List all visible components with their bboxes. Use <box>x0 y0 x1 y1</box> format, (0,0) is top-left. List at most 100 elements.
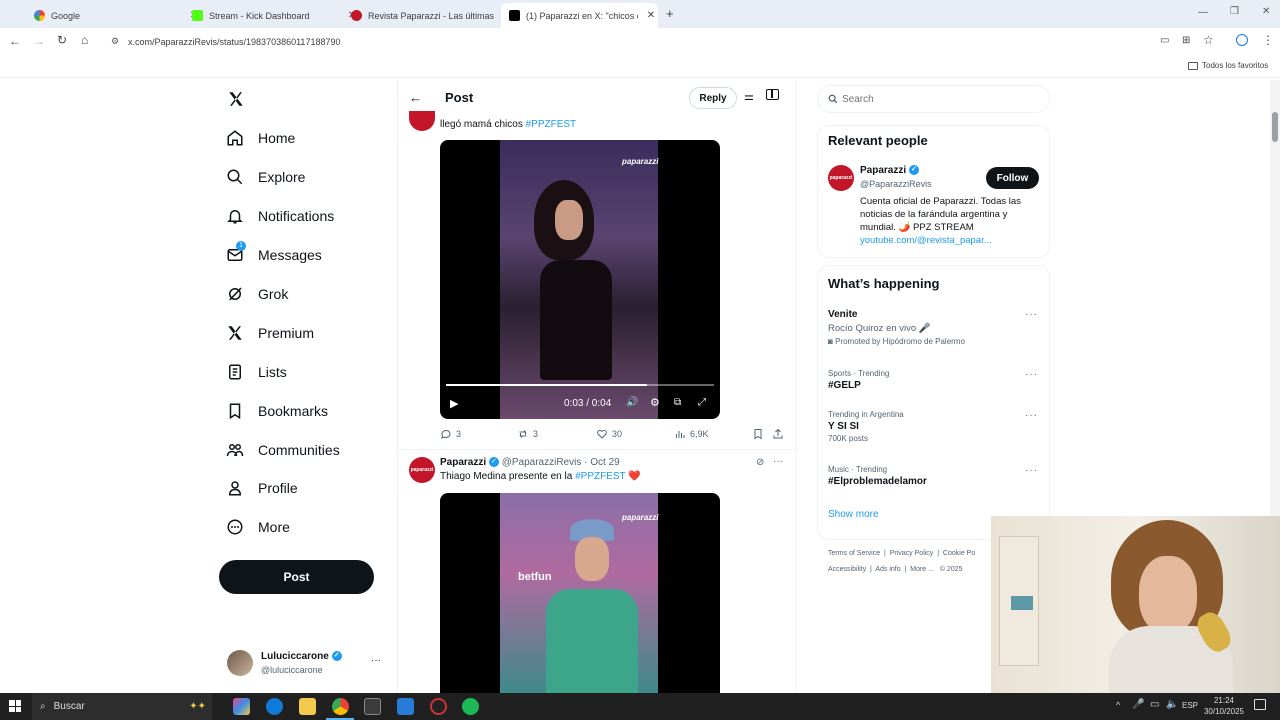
pip-icon[interactable]: ⧉ <box>674 397 681 408</box>
trend-more-icon[interactable]: ··· <box>1025 465 1038 476</box>
obs-icon[interactable] <box>430 698 447 715</box>
nav-lists[interactable]: Lists <box>226 359 287 385</box>
maximize-icon[interactable]: ❐ <box>1230 6 1239 17</box>
scrollbar-thumb[interactable] <box>1272 112 1278 142</box>
tab-x-post[interactable]: (1) Paparazzi en X: "chicos el lo ✕ <box>501 3 658 28</box>
all-bookmarks-button[interactable]: Todos los favoritos <box>1188 61 1268 70</box>
translate-icon[interactable]: ⊞ <box>1182 35 1190 46</box>
tray-chevron-icon[interactable]: ^ <box>1116 700 1120 710</box>
footer-more[interactable]: More ... <box>910 566 934 573</box>
nav-premium[interactable]: Premium <box>226 320 314 346</box>
network-icon[interactable]: ▭ <box>1150 699 1159 710</box>
trend-item[interactable]: Trending in Argentina Y SI SI 700K posts… <box>828 410 1038 448</box>
nav-notifications[interactable]: Notifications <box>226 203 334 229</box>
tweet2-author-name[interactable]: Paparazzi <box>440 457 486 468</box>
relevant-link[interactable]: youtube.com/@revista_papar... <box>860 235 992 246</box>
start-icon[interactable] <box>9 700 21 712</box>
footer-terms[interactable]: Terms of Service <box>828 550 880 557</box>
speaker-icon[interactable]: 🔈 <box>1166 699 1178 710</box>
like-action[interactable]: 30 <box>596 428 622 440</box>
tab-google[interactable]: Google ✕ <box>26 3 201 28</box>
back-icon[interactable]: ← <box>9 34 21 48</box>
store-icon[interactable] <box>397 698 414 715</box>
tweet1-video[interactable]: paparazzi ▶ 0:03 / 0:04 🔊 ⚙ ⧉ ⤢ <box>440 140 720 419</box>
menu-kebab-icon[interactable]: ⋮ <box>1262 33 1274 47</box>
nav-communities[interactable]: Communities <box>226 437 340 463</box>
notifications-icon[interactable] <box>1254 699 1266 710</box>
tweet2-more-icon[interactable]: ··· <box>773 456 783 467</box>
trend-more-icon[interactable]: ··· <box>1025 369 1038 380</box>
close-window-icon[interactable]: ✕ <box>1262 6 1270 17</box>
post-button[interactable]: Post <box>219 560 374 594</box>
trend-item[interactable]: Sports · Trending #GELP ··· <box>828 369 1038 395</box>
calculator-icon[interactable] <box>364 698 381 715</box>
nav-messages[interactable]: 1 Messages <box>226 241 322 268</box>
taskbar-search[interactable]: ⌕ Buscar ✦✦ <box>32 693 212 720</box>
trend-item[interactable]: Venite Rocío Quiroz en vivo 🎤 ◙ Promoted… <box>828 309 1038 349</box>
relevant-name[interactable]: Paparazzi <box>860 165 906 176</box>
share-action[interactable] <box>772 428 784 440</box>
hashtag-link[interactable]: #PPZFEST <box>526 119 577 130</box>
bookmark-action[interactable] <box>752 428 764 440</box>
reload-icon[interactable]: ↻ <box>57 33 67 47</box>
new-tab-icon[interactable]: + <box>666 6 674 21</box>
edge-icon[interactable] <box>266 698 283 715</box>
file-explorer-icon[interactable] <box>299 698 316 715</box>
cast-icon[interactable]: ▭ <box>1160 35 1169 46</box>
language-indicator[interactable]: ESP <box>1182 701 1198 710</box>
account-more-icon[interactable]: ··· <box>371 655 381 666</box>
home-browser-icon[interactable]: ⌂ <box>81 33 88 47</box>
footer-ads[interactable]: Ads info <box>875 566 900 573</box>
footer-accessibility[interactable]: Accessibility <box>828 566 866 573</box>
mic-tray-icon[interactable]: 🎤 <box>1132 699 1144 710</box>
account-switcher[interactable]: Luluciccarone ✓ @luluciccarone ··· <box>227 650 387 678</box>
trend-item[interactable]: Music · Trending #Elproblemadelamor ··· <box>828 465 1038 491</box>
nav-profile[interactable]: Profile <box>226 475 298 501</box>
relevant-handle[interactable]: @PaparazziRevis <box>860 179 932 189</box>
play-icon[interactable]: ▶ <box>450 397 458 410</box>
tweet2-video[interactable]: betfun paparazzi <box>440 493 720 693</box>
tweet2-handle[interactable]: @PaparazziRevis <box>502 457 582 468</box>
copilot-icon[interactable] <box>233 698 250 715</box>
back-arrow-icon[interactable]: ← <box>409 90 422 105</box>
clock[interactable]: 21:24 30/10/2025 <box>1200 695 1248 717</box>
minimize-icon[interactable]: — <box>1198 7 1208 18</box>
settings-icon[interactable]: ⚙ <box>650 396 660 409</box>
x-logo-icon[interactable] <box>227 90 245 113</box>
tweet2-date[interactable]: · Oct 29 <box>584 457 620 468</box>
nav-explore[interactable]: Explore <box>226 164 305 190</box>
show-more-link[interactable]: Show more <box>828 509 879 520</box>
search-input[interactable] <box>842 93 1032 105</box>
trend-more-icon[interactable]: ··· <box>1025 410 1038 421</box>
profile-icon[interactable] <box>1236 34 1248 46</box>
nav-grok[interactable]: Grok <box>226 281 288 307</box>
relevant-avatar[interactable]: paparazzi <box>828 165 854 191</box>
site-info-icon[interactable]: ⚙ <box>111 36 119 47</box>
tab-kick[interactable]: Stream - Kick Dashboard ✕ <box>184 3 359 28</box>
footer-cookie[interactable]: Cookie Po <box>943 550 975 557</box>
nav-more[interactable]: More <box>226 514 290 540</box>
repost-action[interactable]: 3 <box>517 428 538 440</box>
follow-button[interactable]: Follow <box>986 167 1039 189</box>
grok-explain-icon[interactable]: ⊘ <box>756 457 764 468</box>
reply-button[interactable]: Reply <box>689 87 737 109</box>
star-icon[interactable]: ☆ <box>1203 33 1214 47</box>
trend-more-icon[interactable]: ··· <box>1025 309 1038 320</box>
search-box[interactable] <box>817 85 1050 113</box>
filter-icon[interactable]: ⚌ <box>744 90 754 103</box>
reply-action[interactable]: 3 <box>440 428 461 440</box>
tab-revista-paparazzi[interactable]: Revista Paparazzi - Las últimas ✕ <box>343 3 518 28</box>
nav-bookmarks[interactable]: Bookmarks <box>226 398 328 424</box>
reader-view-icon[interactable] <box>766 89 779 100</box>
views-action[interactable]: 6,9K <box>674 428 709 440</box>
address-bar[interactable]: ⚙ x.com/PaparazziRevis/status/1983703860… <box>104 31 1144 53</box>
footer-privacy[interactable]: Privacy Policy <box>890 550 934 557</box>
spotify-icon[interactable] <box>462 698 479 715</box>
video-progress-bar[interactable] <box>446 384 714 386</box>
volume-icon[interactable]: 🔊 <box>626 397 638 408</box>
forward-icon[interactable]: → <box>33 34 45 48</box>
close-tab-icon[interactable]: ✕ <box>644 10 658 21</box>
fullscreen-icon[interactable]: ⤢ <box>698 397 706 408</box>
nav-home[interactable]: Home <box>226 125 295 151</box>
hashtag-link[interactable]: #PPZFEST <box>575 471 625 482</box>
